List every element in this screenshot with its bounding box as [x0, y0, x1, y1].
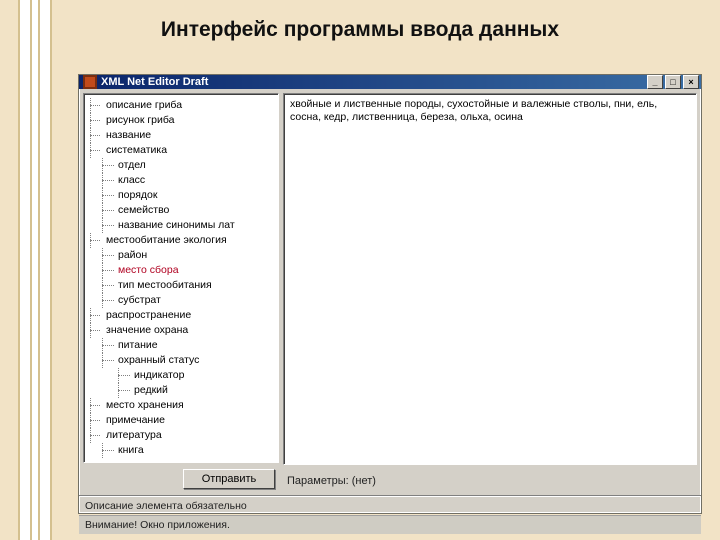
parameters-label: Параметры: (нет)	[283, 469, 697, 491]
tree-node-label: класс	[118, 174, 145, 186]
tree-node[interactable]: место сбора	[90, 263, 274, 278]
tree-node[interactable]: порядок	[90, 188, 274, 203]
close-button[interactable]: ×	[683, 75, 699, 89]
tree-node-label: значение охрана	[106, 324, 188, 336]
window-buttons: _ □ ×	[647, 75, 699, 89]
tree-node[interactable]: местообитание экология	[90, 233, 274, 248]
tree-node[interactable]: индикатор	[90, 368, 274, 383]
tree-node-label: рисунок гриба	[106, 114, 175, 126]
tree-node-label: описание гриба	[106, 99, 182, 111]
tree-node-label: книга	[118, 444, 144, 456]
app-window: XML Net Editor Draft _ □ × описание гриб…	[78, 74, 702, 514]
tree-node[interactable]: систематика	[90, 143, 274, 158]
tree-pane: описание гриба рисунок гриба название систе…	[83, 93, 279, 491]
tree-node-label: примечание	[106, 414, 165, 426]
tree-node[interactable]: распространение	[90, 308, 274, 323]
client-area: описание гриба рисунок гриба название систе…	[79, 89, 701, 495]
tree-node-label: название синонимы лат	[118, 219, 235, 231]
tree-node[interactable]: тип местообитания	[90, 278, 274, 293]
detail-textarea[interactable]: хвойные и лиственные породы, сухостойные…	[283, 93, 697, 465]
tree-node-label: питание	[118, 339, 158, 351]
tree-node[interactable]: литература	[90, 428, 274, 443]
tree-node[interactable]: редкий	[90, 383, 274, 398]
tree-node[interactable]: место хранения	[90, 398, 274, 413]
tree-node-label: распространение	[106, 309, 191, 321]
tree-node-label: систематика	[106, 144, 167, 156]
tree-node[interactable]: охранный статус	[90, 353, 274, 368]
tree-node-label: тип местообитания	[118, 279, 212, 291]
tree-node[interactable]: семейство	[90, 203, 274, 218]
tree-node-label: семейство	[118, 204, 169, 216]
status-line-2: Внимание! Окно приложения.	[79, 515, 701, 534]
tree-node-label: местообитание экология	[106, 234, 227, 246]
tree-node[interactable]: название	[90, 128, 274, 143]
tree-node[interactable]: рисунок гриба	[90, 113, 274, 128]
maximize-button[interactable]: □	[665, 75, 681, 89]
tree-node[interactable]: книга	[90, 443, 274, 458]
tree-node[interactable]: субстрат	[90, 293, 274, 308]
tree-node[interactable]: питание	[90, 338, 274, 353]
minimize-button[interactable]: _	[647, 75, 663, 89]
status-bar: Описание элемента обязательно Внимание! …	[79, 495, 701, 534]
tree-node[interactable]: район	[90, 248, 274, 263]
titlebar[interactable]: XML Net Editor Draft _ □ ×	[79, 75, 701, 89]
tree-view[interactable]: описание гриба рисунок гриба название систе…	[83, 93, 279, 463]
tree-node-label: место сбора	[118, 264, 179, 276]
tree-node[interactable]: значение охрана	[90, 323, 274, 338]
tree-node-label: охранный статус	[118, 354, 199, 366]
tree-node[interactable]: отдел	[90, 158, 274, 173]
app-icon	[83, 75, 97, 89]
tree-node[interactable]: класс	[90, 173, 274, 188]
tree-node-label: место хранения	[106, 399, 184, 411]
right-pane: хвойные и лиственные породы, сухостойные…	[283, 93, 697, 491]
tree-node-label: район	[118, 249, 147, 261]
submit-row: Отправить	[83, 463, 279, 491]
tree-node-label: литература	[106, 429, 162, 441]
tree-node-label: отдел	[118, 159, 146, 171]
tree-node-label: индикатор	[134, 369, 184, 381]
tree-node-label: редкий	[134, 384, 168, 396]
tree-node-label: порядок	[118, 189, 158, 201]
tree-node[interactable]: примечание	[90, 413, 274, 428]
slide-decor-rail	[18, 0, 52, 540]
window-title: XML Net Editor Draft	[101, 76, 647, 88]
tree-node[interactable]: название синонимы лат	[90, 218, 274, 233]
submit-button[interactable]: Отправить	[183, 469, 275, 489]
tree-node-label: субстрат	[118, 294, 161, 306]
tree-node-label: название	[106, 129, 151, 141]
tree-node[interactable]: описание гриба	[90, 98, 274, 113]
status-line-1: Описание элемента обязательно	[79, 496, 701, 515]
slide-title: Интерфейс программы ввода данных	[0, 18, 720, 42]
